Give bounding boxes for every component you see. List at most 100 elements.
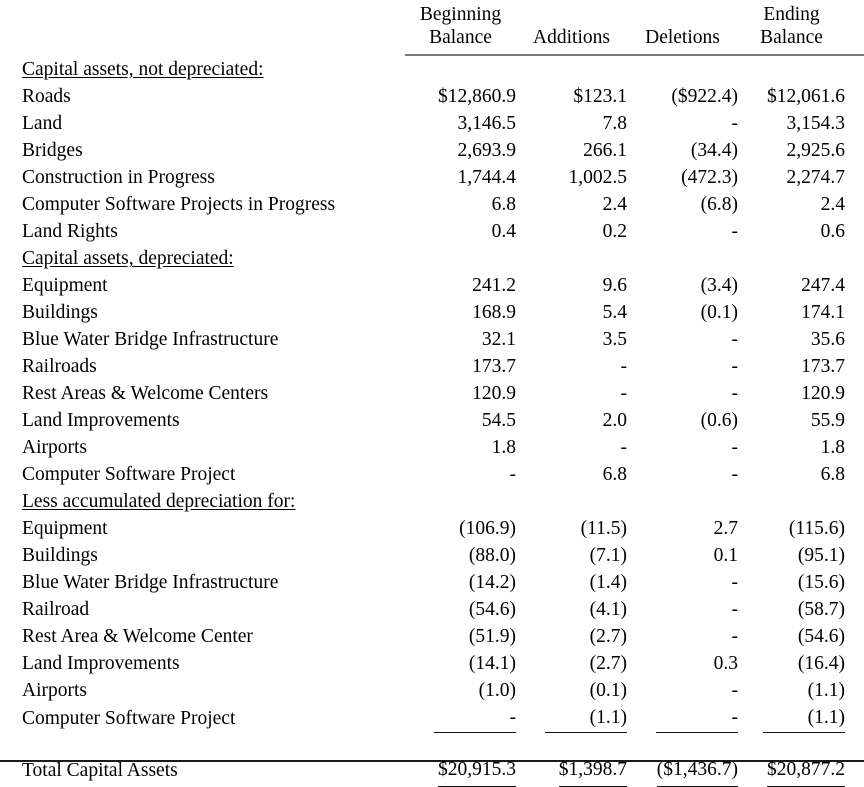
cell-value: $20,877.2 (738, 755, 864, 787)
table-row: Computer Software Project - 6.8 - 6.8 (0, 461, 864, 488)
cell-value: - (731, 356, 739, 378)
row-label: Airports (22, 437, 87, 459)
cell-value: 55.9 (810, 410, 845, 432)
table-row: Buildings (88.0) (7.1) 0.1 (95.1) (0, 542, 864, 569)
cell-value: (14.1) (468, 653, 516, 675)
table-row: Railroads 173.7 - - 173.7 (0, 353, 864, 380)
cell-value: - (405, 704, 516, 734)
cell-value: (1.4) (589, 572, 627, 594)
cell-value: (0.1) (700, 302, 738, 324)
cell-value (405, 488, 516, 515)
cell-value-text: $20,915.3 (438, 755, 516, 787)
row-label: Land Improvements (22, 653, 180, 675)
row-label: Computer Software Project (22, 708, 236, 730)
row-label: Computer Software Project (22, 464, 236, 486)
row-label: Railroads (22, 356, 97, 378)
cell-value: - (731, 437, 739, 459)
table-row: Airports (1.0) (0.1) - (1.1) (0, 677, 864, 704)
cell-value: 247.4 (801, 275, 845, 297)
cell-value: (14.2) (468, 572, 516, 594)
cell-value: (115.6) (788, 518, 845, 540)
cell-value-text: (1.1) (545, 704, 627, 734)
cell-value: $123.1 (573, 86, 627, 108)
cell-value (738, 55, 864, 83)
cell-value: 2,274.7 (786, 167, 846, 189)
cell-value-text: $1,398.7 (558, 755, 627, 787)
cell-value-text: ($1,436.7) (656, 755, 738, 787)
cell-value: (16.4) (797, 653, 845, 675)
row-label (0, 733, 405, 755)
section-header-row: Less accumulated depreciation for: (0, 488, 864, 515)
table-row: Computer Software Projects in Progress 6.… (0, 191, 864, 218)
section-header-text: Less accumulated depreciation for: (22, 491, 296, 513)
column-header-additions: Additions (516, 0, 627, 57)
cell-value (627, 55, 738, 83)
cell-value (405, 733, 516, 755)
table-header: Beginning Balance Additions Deletions En… (0, 0, 864, 57)
section-header-label: Capital assets, depreciated: (0, 245, 405, 272)
section-header-text: Capital assets, not depreciated: (22, 58, 264, 80)
cell-value: 2.4 (602, 194, 627, 216)
cell-value: 1,744.4 (457, 167, 517, 189)
cell-value: 0.2 (602, 221, 627, 243)
cell-value: (1.0) (478, 680, 516, 702)
cell-value (627, 733, 738, 755)
row-label: Railroad (22, 599, 90, 621)
cell-value: - (731, 626, 739, 648)
cell-value: (1.1) (516, 704, 627, 734)
cell-value (516, 733, 627, 755)
row-label: Land Improvements (22, 410, 180, 432)
cell-value: (88.0) (468, 545, 516, 567)
table-row: Rest Area & Welcome Center (51.9) (2.7) - (5… (0, 623, 864, 650)
cell-value: 9.6 (602, 275, 627, 297)
cell-value (516, 488, 627, 515)
cell-value: 0.1 (713, 545, 738, 567)
table-row: Equipment (106.9) (11.5) 2.7 (115.6) (0, 515, 864, 542)
cell-value: 2.4 (820, 194, 845, 216)
table-row: Roads $12,860.9 $123.1 ($922.4) $12,061.6 (0, 83, 864, 110)
row-label: Land (22, 113, 63, 135)
cell-value (627, 488, 738, 515)
cell-value: (6.8) (700, 194, 738, 216)
section-header-label: Less accumulated depreciation for: (0, 488, 405, 515)
cell-value: ($1,436.7) (627, 755, 738, 787)
table-row: Construction in Progress 1,744.4 1,002.5 (4… (0, 164, 864, 191)
cell-value (738, 245, 864, 272)
cell-value: 6.8 (602, 464, 627, 486)
cell-value: 1.8 (820, 437, 845, 459)
cell-value: (0.6) (700, 410, 738, 432)
row-label: Land Rights (22, 221, 118, 243)
column-header-beginning-balance: Beginning Balance (405, 0, 516, 57)
cell-value: (3.4) (700, 275, 738, 297)
table-row: Land 3,146.5 7.8 - 3,154.3 (0, 110, 864, 137)
cell-value: 266.1 (583, 140, 627, 162)
cell-value: (11.5) (580, 518, 627, 540)
cell-value: $12,061.6 (767, 86, 845, 108)
column-header-line1: Ending (763, 4, 820, 25)
section-header-row: Capital assets, not depreciated: (0, 55, 864, 83)
cell-value (516, 245, 627, 272)
table-row: Computer Software Project - (1.1) - (1.1) (0, 704, 864, 734)
row-label: Rest Areas & Welcome Centers (22, 383, 269, 405)
section-header-label: Capital assets, not depreciated: (0, 55, 405, 83)
cell-value: 241.2 (472, 275, 516, 297)
cell-value: ($922.4) (671, 86, 738, 108)
cell-value: 1,002.5 (568, 167, 628, 189)
cell-value: 1.8 (491, 437, 516, 459)
cell-value: 2,693.9 (457, 140, 517, 162)
section-header-text: Capital assets, depreciated: (22, 248, 234, 270)
column-header-line1: Additions (533, 26, 610, 48)
cell-value: $20,915.3 (405, 755, 516, 787)
cell-value: (1.1) (738, 704, 864, 734)
row-label: Airports (22, 680, 87, 702)
row-label: Blue Water Bridge Infrastructure (22, 572, 279, 594)
cell-value: 168.9 (472, 302, 516, 324)
cell-value: 3,154.3 (786, 113, 846, 135)
cell-value-text: - (434, 704, 516, 734)
cell-value: 2,925.6 (786, 140, 846, 162)
row-label: Roads (22, 86, 71, 108)
cell-value (738, 733, 864, 755)
cell-value: (472.3) (681, 167, 738, 189)
cell-value (627, 245, 738, 272)
cell-value: - (731, 464, 739, 486)
